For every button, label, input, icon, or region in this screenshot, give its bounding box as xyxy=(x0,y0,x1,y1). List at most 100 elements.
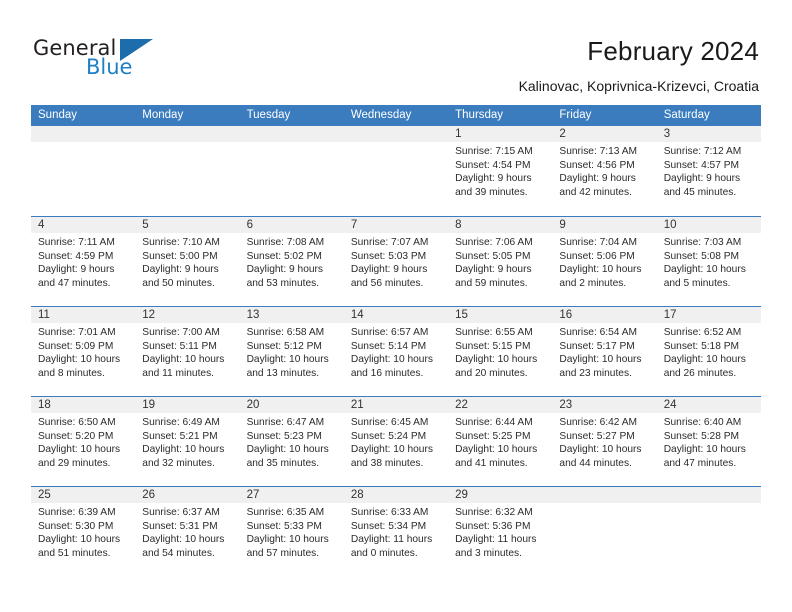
day-number: 9 xyxy=(559,219,566,231)
day-number-band: 12 xyxy=(135,307,240,323)
day-details xyxy=(135,142,239,145)
day-details: Sunrise: 6:39 AM Sunset: 5:30 PM Daylight:… xyxy=(31,503,135,560)
day-detail-line: Daylight: 11 hours xyxy=(350,534,433,546)
calendar-day-cell[interactable]: 10 Sunrise: 7:03 AM Sunset: 5:08 PM Dayligh… xyxy=(656,217,761,306)
day-details: Sunrise: 7:07 AM Sunset: 5:03 PM Daylight:… xyxy=(344,233,448,290)
day-detail-line: Sunrise: 6:58 AM xyxy=(246,327,325,338)
day-detail-line: Daylight: 10 hours xyxy=(38,534,121,546)
calendar-day-cell[interactable]: 2 Sunrise: 7:13 AM Sunset: 4:56 PM Daylight… xyxy=(552,126,657,216)
calendar-day-cell[interactable]: 27 Sunrise: 6:35 AM Sunset: 5:33 PM Dayligh… xyxy=(239,487,344,576)
day-detail-line: Daylight: 10 hours xyxy=(663,264,746,276)
calendar-day-cell[interactable]: 29 Sunrise: 6:32 AM Sunset: 5:36 PM Dayligh… xyxy=(448,487,553,576)
day-details: Sunrise: 7:11 AM Sunset: 4:59 PM Daylight:… xyxy=(31,233,135,290)
day-detail-line: Sunset: 5:14 PM xyxy=(350,340,427,352)
calendar-day-cell[interactable]: 19 Sunrise: 6:49 AM Sunset: 5:21 PM Dayligh… xyxy=(135,397,240,486)
day-detail-line: Sunrise: 6:47 AM xyxy=(246,417,325,428)
calendar-day-cell[interactable]: 16 Sunrise: 6:54 AM Sunset: 5:17 PM Dayligh… xyxy=(552,307,657,396)
day-detail-line: Sunrise: 6:55 AM xyxy=(455,327,533,338)
day-number-band: 29 xyxy=(448,487,553,503)
day-detail-line: Sunset: 5:12 PM xyxy=(246,340,322,352)
calendar-week-row: 25 Sunrise: 6:39 AM Sunset: 5:30 PM Dayligh… xyxy=(31,486,761,576)
calendar-day-cell-empty xyxy=(343,126,449,216)
day-detail-line: and 39 minutes. xyxy=(455,186,528,198)
day-number-band: 11 xyxy=(31,307,136,323)
day-detail-line: Sunset: 5:33 PM xyxy=(246,520,322,532)
weekday-header-friday: Friday xyxy=(559,109,592,121)
day-number: 11 xyxy=(38,309,50,321)
day-detail-line: Daylight: 9 hours xyxy=(455,173,532,185)
calendar-day-cell[interactable]: 22 Sunrise: 6:44 AM Sunset: 5:25 PM Dayligh… xyxy=(448,397,553,486)
day-number: 4 xyxy=(38,219,45,231)
brand-logo[interactable]: General Blue xyxy=(33,38,243,90)
calendar-day-cell[interactable]: 14 Sunrise: 6:57 AM Sunset: 5:14 PM Dayligh… xyxy=(343,307,449,396)
calendar-day-cell[interactable]: 5 Sunrise: 7:10 AM Sunset: 5:00 PM Daylight… xyxy=(135,217,240,306)
day-number: 21 xyxy=(350,399,364,411)
day-detail-line: Sunset: 5:20 PM xyxy=(38,430,114,442)
day-number-band xyxy=(552,487,657,503)
day-detail-line: and 57 minutes. xyxy=(246,547,320,559)
calendar-day-cell[interactable]: 11 Sunrise: 7:01 AM Sunset: 5:09 PM Dayligh… xyxy=(31,307,136,396)
day-number: 23 xyxy=(559,399,573,411)
calendar-day-cell[interactable]: 25 Sunrise: 6:39 AM Sunset: 5:30 PM Dayligh… xyxy=(31,487,136,576)
calendar-day-cell[interactable]: 23 Sunrise: 6:42 AM Sunset: 5:27 PM Dayligh… xyxy=(552,397,657,486)
day-number: 18 xyxy=(38,399,51,411)
calendar-day-cell[interactable]: 9 Sunrise: 7:04 AM Sunset: 5:06 PM Daylight… xyxy=(552,217,657,306)
day-number-band: 21 xyxy=(343,397,449,413)
day-number-band: 15 xyxy=(448,307,553,323)
day-details: Sunrise: 6:55 AM Sunset: 5:15 PM Daylight:… xyxy=(448,323,552,380)
calendar-day-cell-empty xyxy=(135,126,240,216)
day-details: Sunrise: 7:04 AM Sunset: 5:06 PM Daylight:… xyxy=(552,233,656,290)
day-number-band: 27 xyxy=(239,487,344,503)
day-detail-line: and 5 minutes. xyxy=(663,277,731,289)
day-number: 25 xyxy=(38,489,51,501)
calendar-day-cell[interactable]: 7 Sunrise: 7:07 AM Sunset: 5:03 PM Daylight… xyxy=(343,217,449,306)
calendar-day-cell[interactable]: 17 Sunrise: 6:52 AM Sunset: 5:18 PM Dayligh… xyxy=(656,307,761,396)
day-detail-line: and 47 minutes. xyxy=(663,457,737,469)
day-detail-line: Sunset: 5:21 PM xyxy=(142,430,218,442)
day-detail-line: and 29 minutes. xyxy=(38,457,111,469)
day-detail-line: Sunset: 5:11 PM xyxy=(142,340,217,352)
day-number-band: 26 xyxy=(135,487,240,503)
day-detail-line: Sunrise: 7:07 AM xyxy=(350,237,429,248)
day-detail-line: Sunrise: 6:35 AM xyxy=(246,507,325,518)
day-number: 15 xyxy=(455,309,468,321)
calendar-day-cell[interactable]: 24 Sunrise: 6:40 AM Sunset: 5:28 PM Dayligh… xyxy=(656,397,761,486)
day-detail-line: Daylight: 10 hours xyxy=(455,354,538,366)
day-detail-line: and 50 minutes. xyxy=(142,277,215,289)
day-number: 20 xyxy=(246,399,260,411)
day-number: 1 xyxy=(455,128,462,140)
calendar-day-cell[interactable]: 6 Sunrise: 7:08 AM Sunset: 5:02 PM Daylight… xyxy=(239,217,344,306)
calendar-day-cell[interactable]: 18 Sunrise: 6:50 AM Sunset: 5:20 PM Dayligh… xyxy=(31,397,136,486)
day-number: 6 xyxy=(246,219,253,231)
calendar-day-cell[interactable]: 15 Sunrise: 6:55 AM Sunset: 5:15 PM Dayligh… xyxy=(448,307,553,396)
calendar-day-cell[interactable]: 20 Sunrise: 6:47 AM Sunset: 5:23 PM Dayligh… xyxy=(239,397,344,486)
day-detail-line: and 16 minutes. xyxy=(350,367,424,379)
calendar-day-cell[interactable]: 4 Sunrise: 7:11 AM Sunset: 4:59 PM Daylight… xyxy=(31,217,136,306)
calendar-day-cell[interactable]: 26 Sunrise: 6:37 AM Sunset: 5:31 PM Dayligh… xyxy=(135,487,240,576)
calendar-day-cell[interactable]: 12 Sunrise: 7:00 AM Sunset: 5:11 PM Dayligh… xyxy=(135,307,240,396)
day-detail-line: Sunset: 5:09 PM xyxy=(38,340,114,352)
day-number: 19 xyxy=(142,399,156,411)
day-details: Sunrise: 7:12 AM Sunset: 4:57 PM Daylight:… xyxy=(657,142,761,199)
weekday-header-thursday: Thursday xyxy=(455,109,504,121)
day-details: Sunrise: 7:06 AM Sunset: 5:05 PM Daylight:… xyxy=(448,233,552,290)
day-detail-line: Daylight: 9 hours xyxy=(246,264,324,276)
day-number-band: 4 xyxy=(31,217,136,233)
day-detail-line: Sunrise: 6:32 AM xyxy=(455,507,533,518)
day-detail-line: Sunrise: 7:15 AM xyxy=(455,146,533,157)
calendar-day-cell[interactable]: 8 Sunrise: 7:06 AM Sunset: 5:05 PM Daylight… xyxy=(448,217,553,306)
day-detail-line: and 11 minutes. xyxy=(142,367,215,379)
weekday-header-wednesday: Wednesday xyxy=(350,109,412,121)
calendar-day-cell[interactable]: 1 Sunrise: 7:15 AM Sunset: 4:54 PM Daylight… xyxy=(448,126,553,216)
day-details: Sunrise: 6:42 AM Sunset: 5:27 PM Daylight:… xyxy=(552,413,656,470)
day-detail-line: Daylight: 10 hours xyxy=(350,444,433,456)
calendar-day-cell[interactable]: 21 Sunrise: 6:45 AM Sunset: 5:24 PM Dayligh… xyxy=(343,397,449,486)
day-detail-line: Daylight: 10 hours xyxy=(142,444,225,456)
day-detail-line: Daylight: 9 hours xyxy=(663,173,741,185)
day-detail-line: Sunrise: 6:45 AM xyxy=(350,417,429,428)
calendar-day-cell[interactable]: 13 Sunrise: 6:58 AM Sunset: 5:12 PM Dayligh… xyxy=(239,307,344,396)
calendar-day-cell[interactable]: 3 Sunrise: 7:12 AM Sunset: 4:57 PM Daylight… xyxy=(656,126,761,216)
calendar-day-cell[interactable]: 28 Sunrise: 6:33 AM Sunset: 5:34 PM Dayligh… xyxy=(343,487,449,576)
day-detail-line: Daylight: 10 hours xyxy=(455,444,538,456)
day-detail-line: and 13 minutes. xyxy=(246,367,320,379)
